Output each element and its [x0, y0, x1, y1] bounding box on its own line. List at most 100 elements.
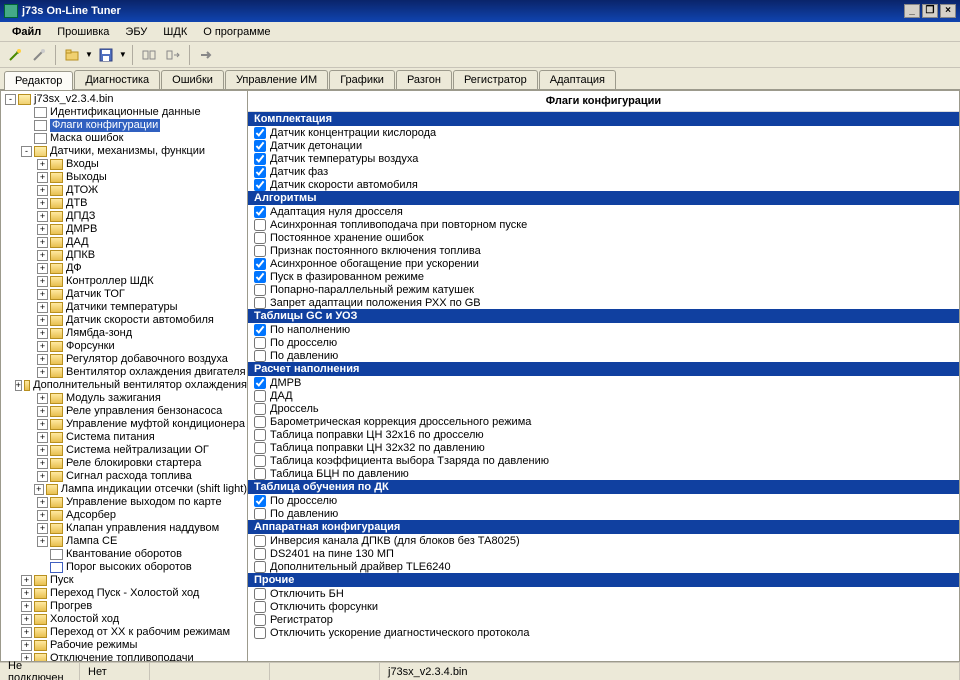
tree-item[interactable]: Квантование оборотов — [1, 548, 247, 561]
tree-item[interactable]: +Клапан управления наддувом — [1, 522, 247, 535]
flag-checkbox[interactable] — [254, 284, 266, 296]
expand-icon[interactable]: + — [37, 211, 48, 222]
tool-compare-icon[interactable] — [138, 44, 160, 66]
flag-checkbox[interactable] — [254, 179, 266, 191]
tree-item[interactable]: +Прогрев — [1, 600, 247, 613]
tree-item[interactable]: +Выходы — [1, 171, 247, 184]
expand-icon[interactable]: + — [37, 406, 48, 417]
flag-checkbox[interactable] — [254, 297, 266, 309]
flag-checkbox[interactable] — [254, 403, 266, 415]
tree-item[interactable]: +Адсорбер — [1, 509, 247, 522]
tree-item[interactable]: -Датчики, механизмы, функции — [1, 145, 247, 158]
tab-Адаптация[interactable]: Адаптация — [539, 70, 616, 89]
tree-item[interactable]: Порог высоких оборотов — [1, 561, 247, 574]
expand-icon[interactable]: + — [37, 471, 48, 482]
tree-item[interactable]: +Лампа СЕ — [1, 535, 247, 548]
expand-icon[interactable]: + — [37, 497, 48, 508]
tree-item[interactable]: Флаги конфигурации — [1, 119, 247, 132]
tree-item[interactable]: -j73sx_v2.3.4.bin — [1, 93, 247, 106]
flag-checkbox[interactable] — [254, 508, 266, 520]
flag-checkbox[interactable] — [254, 140, 266, 152]
expand-icon[interactable]: + — [37, 510, 48, 521]
expand-icon[interactable]: + — [37, 159, 48, 170]
expand-icon[interactable]: + — [37, 185, 48, 196]
tab-Ошибки[interactable]: Ошибки — [161, 70, 224, 89]
menu-ЭБУ[interactable]: ЭБУ — [117, 24, 155, 40]
expand-icon[interactable]: + — [37, 536, 48, 547]
expand-icon[interactable]: + — [37, 263, 48, 274]
expand-icon[interactable]: + — [21, 627, 32, 638]
tool-wand2-icon[interactable] — [28, 44, 50, 66]
flag-checkbox[interactable] — [254, 455, 266, 467]
expand-icon[interactable]: + — [37, 289, 48, 300]
flag-checkbox[interactable] — [254, 535, 266, 547]
open-icon[interactable] — [61, 44, 83, 66]
tree-item[interactable]: +Реле блокировки стартера — [1, 457, 247, 470]
tree-item[interactable]: +Переход от ХХ к рабочим режимам — [1, 626, 247, 639]
open-dropdown-icon[interactable]: ▼ — [85, 50, 93, 59]
save-dropdown-icon[interactable]: ▼ — [119, 50, 127, 59]
menu-О программе[interactable]: О программе — [195, 24, 278, 40]
tab-Регистратор[interactable]: Регистратор — [453, 70, 538, 89]
tab-Управление ИМ[interactable]: Управление ИМ — [225, 70, 328, 89]
flag-checkbox[interactable] — [254, 588, 266, 600]
tab-Редактор[interactable]: Редактор — [4, 71, 73, 90]
collapse-icon[interactable]: - — [21, 146, 32, 157]
flag-checkbox[interactable] — [254, 245, 266, 257]
flag-checkbox[interactable] — [254, 377, 266, 389]
flag-checkbox[interactable] — [254, 232, 266, 244]
tree-item[interactable]: +Сигнал расхода топлива — [1, 470, 247, 483]
save-icon[interactable] — [95, 44, 117, 66]
expand-icon[interactable]: + — [15, 380, 22, 391]
flag-checkbox[interactable] — [254, 416, 266, 428]
tree-item[interactable]: +Вентилятор охлаждения двигателя — [1, 366, 247, 379]
tree-item[interactable]: +Переход Пуск - Холостой ход — [1, 587, 247, 600]
expand-icon[interactable]: + — [21, 588, 32, 599]
flag-checkbox[interactable] — [254, 468, 266, 480]
expand-icon[interactable]: + — [21, 601, 32, 612]
expand-icon[interactable]: + — [37, 328, 48, 339]
menu-ШДК[interactable]: ШДК — [155, 24, 195, 40]
tool-wand-icon[interactable] — [4, 44, 26, 66]
tab-Диагностика[interactable]: Диагностика — [74, 70, 160, 89]
flag-checkbox[interactable] — [254, 561, 266, 573]
tree-item[interactable]: +ДПДЗ — [1, 210, 247, 223]
tree-item[interactable]: +Контроллер ШДК — [1, 275, 247, 288]
expand-icon[interactable]: + — [37, 445, 48, 456]
expand-icon[interactable]: + — [37, 367, 48, 378]
expand-icon[interactable]: + — [37, 198, 48, 209]
flag-checkbox[interactable] — [254, 258, 266, 270]
flag-checkbox[interactable] — [254, 390, 266, 402]
flag-checkbox[interactable] — [254, 627, 266, 639]
tab-Разгон[interactable]: Разгон — [396, 70, 452, 89]
expand-icon[interactable]: + — [37, 432, 48, 443]
menu-Прошивка[interactable]: Прошивка — [49, 24, 117, 40]
flag-checkbox[interactable] — [254, 166, 266, 178]
menu-Файл[interactable]: Файл — [4, 24, 49, 40]
tree-item[interactable]: +Лямбда-зонд — [1, 327, 247, 340]
tree-item[interactable]: +Датчики температуры — [1, 301, 247, 314]
expand-icon[interactable]: + — [21, 614, 32, 625]
flag-checkbox[interactable] — [254, 601, 266, 613]
expand-icon[interactable]: + — [21, 640, 32, 651]
flag-checkbox[interactable] — [254, 219, 266, 231]
expand-icon[interactable]: + — [37, 276, 48, 287]
tree-item[interactable]: +ДМРВ — [1, 223, 247, 236]
tree-item[interactable]: +Датчик ТОГ — [1, 288, 247, 301]
expand-icon[interactable]: + — [37, 393, 48, 404]
flag-checkbox[interactable] — [254, 495, 266, 507]
flag-checkbox[interactable] — [254, 548, 266, 560]
expand-icon[interactable]: + — [37, 419, 48, 430]
flag-checkbox[interactable] — [254, 271, 266, 283]
flag-checkbox[interactable] — [254, 442, 266, 454]
expand-icon[interactable]: + — [37, 250, 48, 261]
tree-item[interactable]: +Лампа индикации отсечки (shift light) — [1, 483, 247, 496]
close-button[interactable]: × — [940, 4, 956, 18]
tree-item[interactable]: +Холостой ход — [1, 613, 247, 626]
tree-item[interactable]: Маска ошибок — [1, 132, 247, 145]
tree-item[interactable]: +ДФ — [1, 262, 247, 275]
expand-icon[interactable]: + — [37, 302, 48, 313]
tree-item[interactable]: +Датчик скорости автомобиля — [1, 314, 247, 327]
tree-item[interactable]: +ДАД — [1, 236, 247, 249]
tree-item[interactable]: +Система нейтрализации ОГ — [1, 444, 247, 457]
